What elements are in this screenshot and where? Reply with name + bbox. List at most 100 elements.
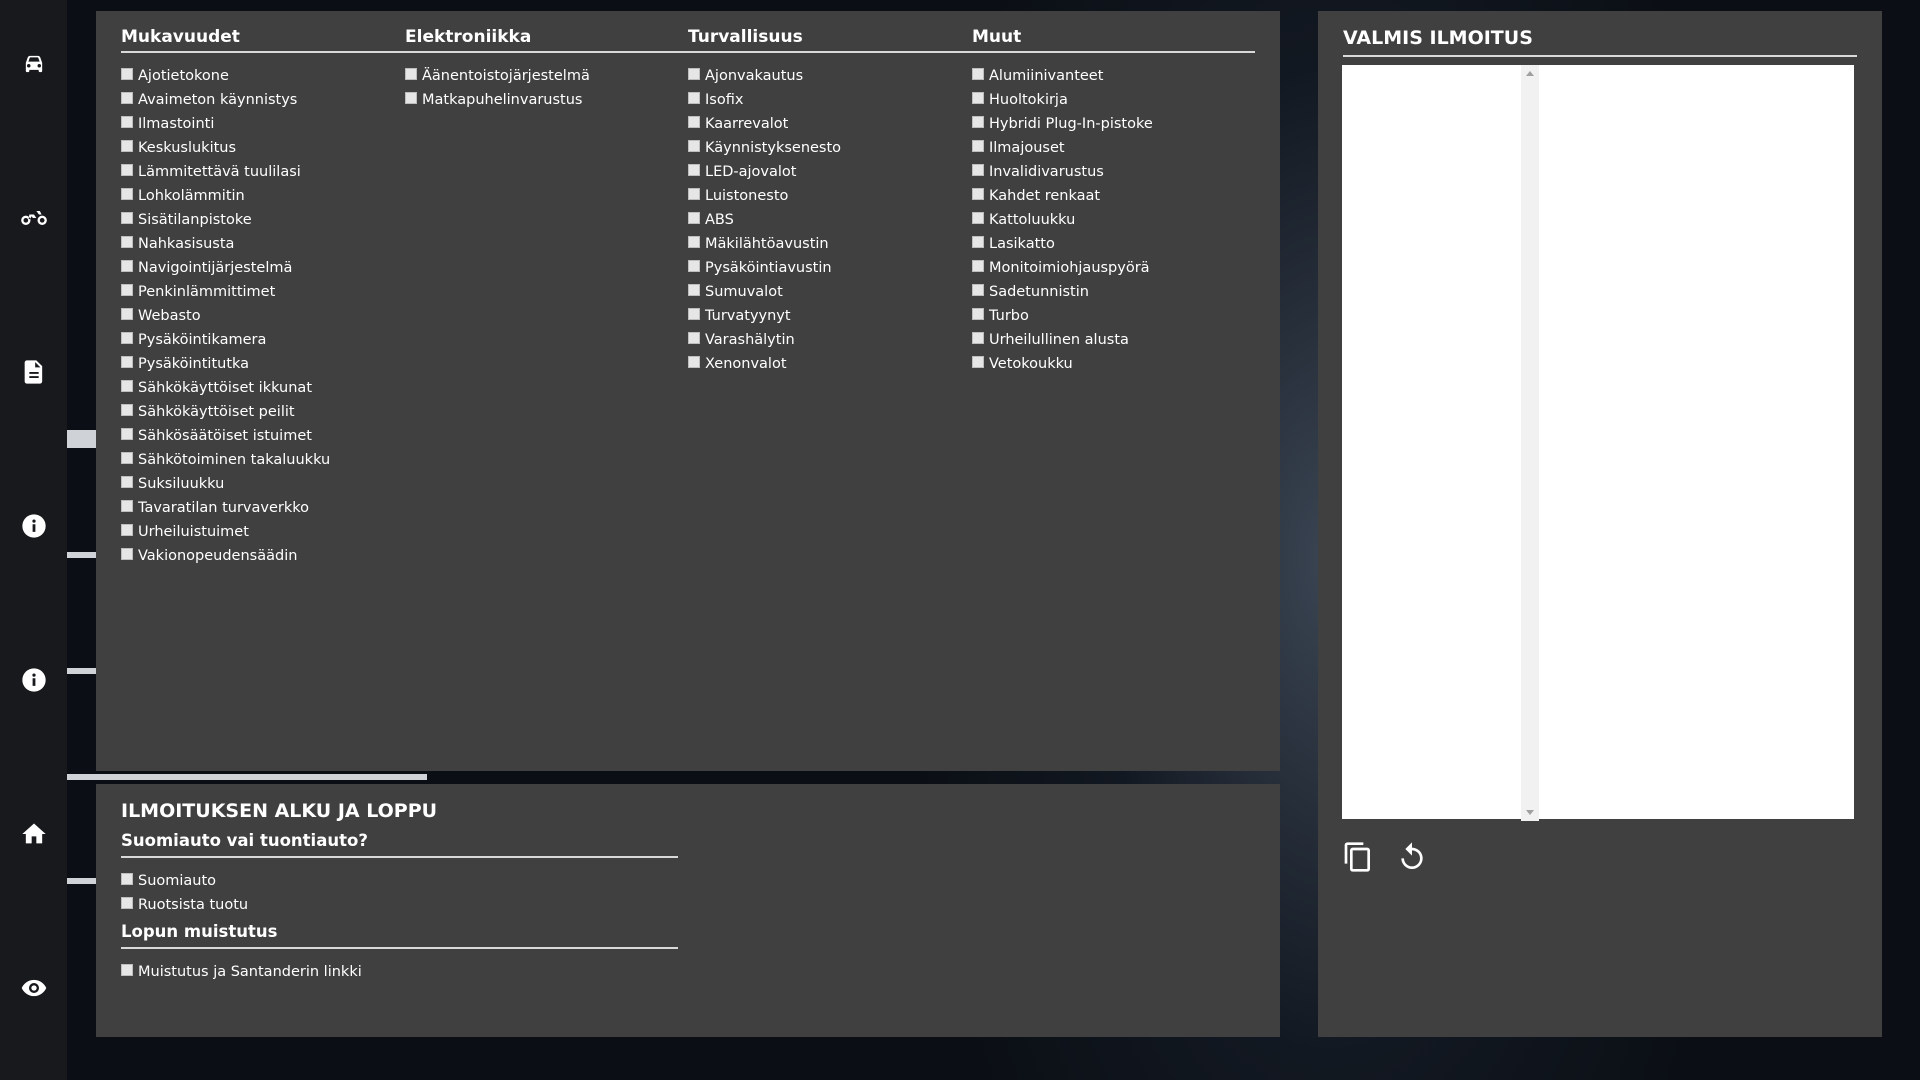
checkbox-item[interactable]: Äänentoistojärjestelmä [405, 64, 689, 88]
checkbox[interactable] [121, 164, 133, 176]
checkbox-item[interactable]: Webasto [121, 304, 405, 328]
checkbox-item[interactable]: Turvatyynyt [688, 304, 972, 328]
checkbox-item[interactable]: Lohkolämmitin [121, 184, 405, 208]
checkbox[interactable] [121, 188, 133, 200]
checkbox-item[interactable]: Sähkökäyttöiset peilit [121, 400, 405, 424]
checkbox[interactable] [121, 284, 133, 296]
checkbox-item[interactable]: Hybridi Plug-In-pistoke [972, 112, 1256, 136]
checkbox-item[interactable]: Ilmajouset [972, 136, 1256, 160]
checkbox[interactable] [121, 380, 133, 392]
checkbox-item[interactable]: LED-ajovalot [688, 160, 972, 184]
checkbox[interactable] [121, 404, 133, 416]
checkbox[interactable] [121, 873, 133, 885]
checkbox-item[interactable]: Nahkasisusta [121, 232, 405, 256]
checkbox[interactable] [121, 548, 133, 560]
checkbox-item[interactable]: Pysäköintiavustin [688, 256, 972, 280]
checkbox-item[interactable]: Invalidivarustus [972, 160, 1256, 184]
checkbox[interactable] [688, 332, 700, 344]
result-scrollbar[interactable] [1521, 65, 1539, 821]
checkbox-item[interactable]: Ruotsista tuotu [121, 893, 678, 917]
checkbox[interactable] [405, 68, 417, 80]
checkbox[interactable] [688, 308, 700, 320]
checkbox-item[interactable]: Keskuslukitus [121, 136, 405, 160]
checkbox-item[interactable]: Ilmastointi [121, 112, 405, 136]
checkbox[interactable] [121, 964, 133, 976]
checkbox-item[interactable]: Vetokoukku [972, 352, 1256, 376]
checkbox-item[interactable]: Turbo [972, 304, 1256, 328]
checkbox-item[interactable]: Avaimeton käynnistys [121, 88, 405, 112]
checkbox-item[interactable]: Sadetunnistin [972, 280, 1256, 304]
checkbox-item[interactable]: Huoltokirja [972, 88, 1256, 112]
checkbox[interactable] [972, 116, 984, 128]
sidebar-item-info-2[interactable] [0, 650, 67, 710]
checkbox-item[interactable]: Sähkökäyttöiset ikkunat [121, 376, 405, 400]
checkbox[interactable] [972, 356, 984, 368]
reset-button[interactable] [1396, 841, 1428, 873]
checkbox[interactable] [972, 212, 984, 224]
checkbox[interactable] [121, 500, 133, 512]
checkbox-item[interactable]: Urheilullinen alusta [972, 328, 1256, 352]
sidebar-item-motorcycle[interactable] [0, 188, 67, 248]
checkbox[interactable] [688, 284, 700, 296]
scroll-down-arrow[interactable] [1526, 810, 1534, 815]
checkbox-item[interactable]: Penkinlämmittimet [121, 280, 405, 304]
checkbox[interactable] [121, 452, 133, 464]
scroll-up-arrow[interactable] [1526, 71, 1534, 76]
checkbox-item[interactable]: Sumuvalot [688, 280, 972, 304]
sidebar-item-eye[interactable] [0, 958, 67, 1018]
checkbox[interactable] [121, 476, 133, 488]
checkbox-item[interactable]: Urheiluistuimet [121, 520, 405, 544]
checkbox-item[interactable]: Luistonesto [688, 184, 972, 208]
checkbox[interactable] [972, 68, 984, 80]
checkbox[interactable] [972, 140, 984, 152]
checkbox[interactable] [688, 236, 700, 248]
checkbox-item[interactable]: Pysäköintitutka [121, 352, 405, 376]
checkbox[interactable] [972, 92, 984, 104]
checkbox[interactable] [121, 236, 133, 248]
sidebar-item-home[interactable] [0, 804, 67, 864]
checkbox[interactable] [972, 188, 984, 200]
checkbox-item[interactable]: Ajotietokone [121, 64, 405, 88]
checkbox[interactable] [972, 308, 984, 320]
sidebar-item-car[interactable] [0, 34, 67, 94]
checkbox-item[interactable]: Pysäköintikamera [121, 328, 405, 352]
checkbox-item[interactable]: Kahdet renkaat [972, 184, 1256, 208]
checkbox-item[interactable]: Navigointijärjestelmä [121, 256, 405, 280]
checkbox[interactable] [972, 332, 984, 344]
checkbox[interactable] [972, 284, 984, 296]
checkbox[interactable] [688, 68, 700, 80]
checkbox-item[interactable]: Kaarrevalot [688, 112, 972, 136]
checkbox[interactable] [688, 188, 700, 200]
copy-button[interactable] [1342, 841, 1374, 873]
checkbox-item[interactable]: Käynnistyksenesto [688, 136, 972, 160]
checkbox-item[interactable]: Ajonvakautus [688, 64, 972, 88]
checkbox-item[interactable]: Suksiluukku [121, 472, 405, 496]
checkbox[interactable] [405, 92, 417, 104]
checkbox[interactable] [688, 116, 700, 128]
checkbox-item[interactable]: Vakionopeudensäädin [121, 544, 405, 568]
checkbox-item[interactable]: Sisätilanpistoke [121, 208, 405, 232]
checkbox[interactable] [121, 140, 133, 152]
checkbox-item[interactable]: Mäkilähtöavustin [688, 232, 972, 256]
sidebar-item-info-1[interactable] [0, 496, 67, 556]
checkbox[interactable] [972, 164, 984, 176]
checkbox[interactable] [121, 212, 133, 224]
checkbox-item[interactable]: Sähkösäätöiset istuimet [121, 424, 405, 448]
checkbox-item[interactable]: Sähkötoiminen takaluukku [121, 448, 405, 472]
checkbox[interactable] [688, 164, 700, 176]
checkbox[interactable] [121, 116, 133, 128]
checkbox-item[interactable]: ABS [688, 208, 972, 232]
checkbox[interactable] [121, 92, 133, 104]
checkbox[interactable] [688, 212, 700, 224]
checkbox[interactable] [121, 68, 133, 80]
checkbox-item[interactable]: Alumiinivanteet [972, 64, 1256, 88]
checkbox[interactable] [121, 332, 133, 344]
checkbox-item[interactable]: Xenonvalot [688, 352, 972, 376]
checkbox-item[interactable]: Suomiauto [121, 869, 678, 893]
checkbox-item[interactable]: Varashälytin [688, 328, 972, 352]
checkbox[interactable] [121, 524, 133, 536]
checkbox-item[interactable]: Matkapuhelinvarustus [405, 88, 689, 112]
checkbox-item[interactable]: Muistutus ja Santanderin linkki [121, 960, 678, 984]
sidebar-item-document[interactable] [0, 342, 67, 402]
checkbox-item[interactable]: Lasikatto [972, 232, 1256, 256]
